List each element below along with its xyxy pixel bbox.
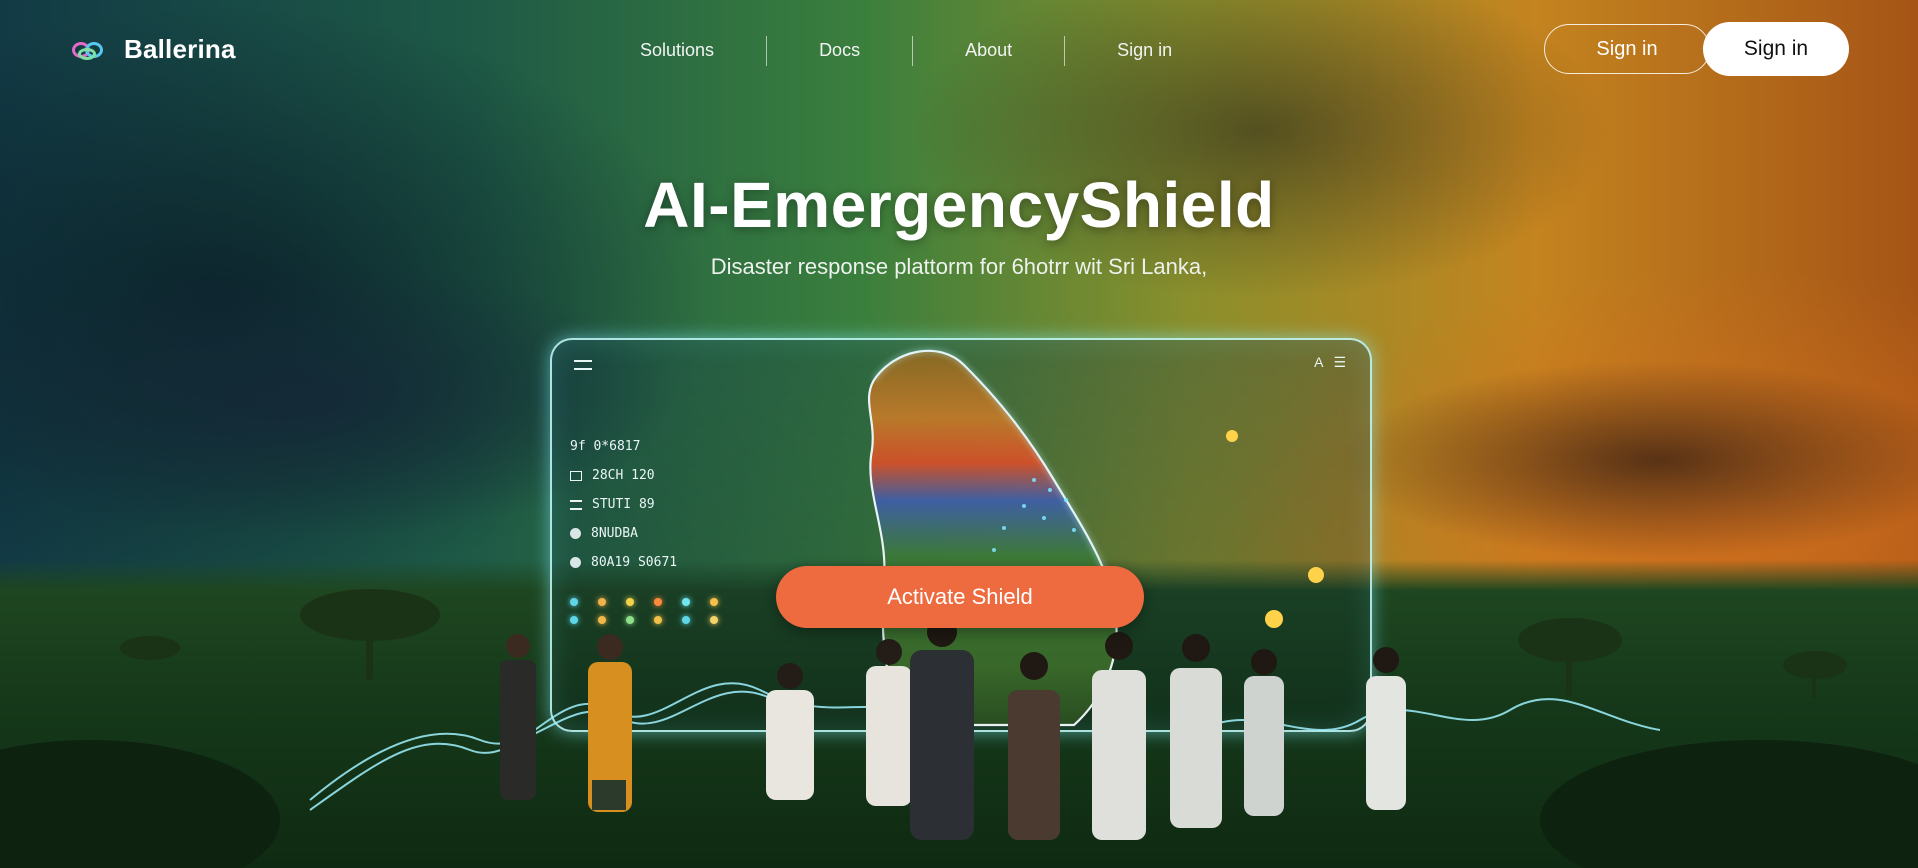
people-group <box>500 617 1406 840</box>
activate-shield-button[interactable]: Activate Shield <box>776 566 1144 628</box>
hero-background: Ballerina Solutions Docs About Sign in S… <box>0 0 1918 868</box>
